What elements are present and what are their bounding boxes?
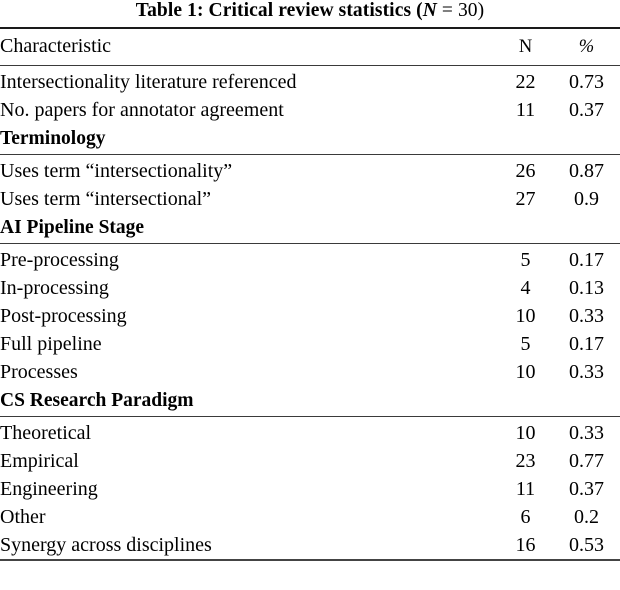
row-pct: 0.33 [553,416,620,447]
section-heading-n-spacer [498,124,553,155]
table-header-row: Characteristic N % [0,27,620,66]
table-row: Post-processing 10 0.33 [0,302,620,330]
table-page: Table 1: Critical review statistics (N =… [0,0,620,590]
row-label: Other [0,506,46,528]
table-row: Empirical 23 0.77 [0,447,620,475]
table-row: Other 6 0.2 [0,503,620,531]
row-pct: 0.2 [574,506,599,528]
row-pct: 0.17 [569,333,604,355]
table-row: Intersectionality literature referenced … [0,65,620,96]
column-header-characteristic: Characteristic [0,27,498,66]
table-row: Pre-processing 5 0.17 [0,243,620,274]
caption-tail: = 30) [436,0,485,21]
row-n: 11 [515,478,536,500]
row-n: 22 [498,65,553,96]
row-n: 11 [515,99,536,121]
row-label: Intersectionality literature referenced [0,65,498,96]
row-n: 6 [520,506,531,528]
row-pct: 0.73 [553,65,620,96]
section-header-row: CS Research Paradigm [0,386,620,417]
column-header-percent: % [553,27,620,66]
table-row: Synergy across disciplines 16 0.53 [0,531,620,561]
row-label: Post-processing [0,305,127,327]
row-pct: 0.33 [569,361,604,383]
row-pct: 0.77 [569,450,604,472]
row-label: Engineering [0,478,98,500]
row-label: Empirical [0,450,79,472]
table-row: Uses term “intersectionality” 26 0.87 [0,154,620,185]
row-label: Full pipeline [0,333,102,355]
row-label: Uses term “intersectional” [0,188,212,210]
row-label: Uses term “intersectionality” [0,154,498,185]
section-heading-n-spacer [498,213,553,244]
table-row: In-processing 4 0.13 [0,274,620,302]
caption-prefix: Table 1: Critical review statistics ( [135,0,423,21]
row-label: Pre-processing [0,243,498,274]
row-n: 5 [520,333,531,355]
section-header-row: Terminology [0,124,620,155]
row-label: Synergy across disciplines [0,531,498,561]
section-heading: Terminology [0,128,106,149]
table-row: Full pipeline 5 0.17 [0,330,620,358]
row-n: 26 [498,154,553,185]
row-n: 10 [515,305,536,327]
row-pct: 0.33 [569,305,604,327]
row-n: 10 [498,416,553,447]
row-pct: 0.87 [553,154,620,185]
caption-n-symbol: N [422,0,437,21]
row-label: In-processing [0,277,109,299]
row-n: 4 [520,277,531,299]
row-n: 5 [498,243,553,274]
row-pct: 0.37 [569,478,604,500]
row-label: Theoretical [0,416,498,447]
row-n: 10 [515,361,536,383]
row-pct: 0.17 [553,243,620,274]
section-heading-pct-spacer [553,213,620,244]
column-header-n: N [498,27,553,66]
row-pct: 0.37 [569,99,604,121]
row-label: Processes [0,361,78,383]
row-n: 27 [515,188,536,210]
table-row: Engineering 11 0.37 [0,475,620,503]
row-pct: 0.9 [574,188,599,210]
section-heading-n-spacer [498,386,553,417]
section-header-row: AI Pipeline Stage [0,213,620,244]
row-n: 23 [515,450,536,472]
table-row: Uses term “intersectional” 27 0.9 [0,185,620,213]
section-heading-pct-spacer [553,124,620,155]
statistics-table: Characteristic N % Intersectionality lit… [0,27,620,561]
table-caption: Table 1: Critical review statistics (N =… [0,0,620,23]
row-n: 16 [498,531,553,561]
table-row: Processes 10 0.33 [0,358,620,386]
row-pct: 0.53 [553,531,620,561]
section-heading: AI Pipeline Stage [0,217,145,238]
row-pct: 0.13 [569,277,604,299]
table-row: Theoretical 10 0.33 [0,416,620,447]
row-label: No. papers for annotator agreement [0,99,284,121]
section-heading: CS Research Paradigm [0,390,194,411]
table-row: No. papers for annotator agreement 11 0.… [0,96,620,124]
section-heading-pct-spacer [553,386,620,417]
